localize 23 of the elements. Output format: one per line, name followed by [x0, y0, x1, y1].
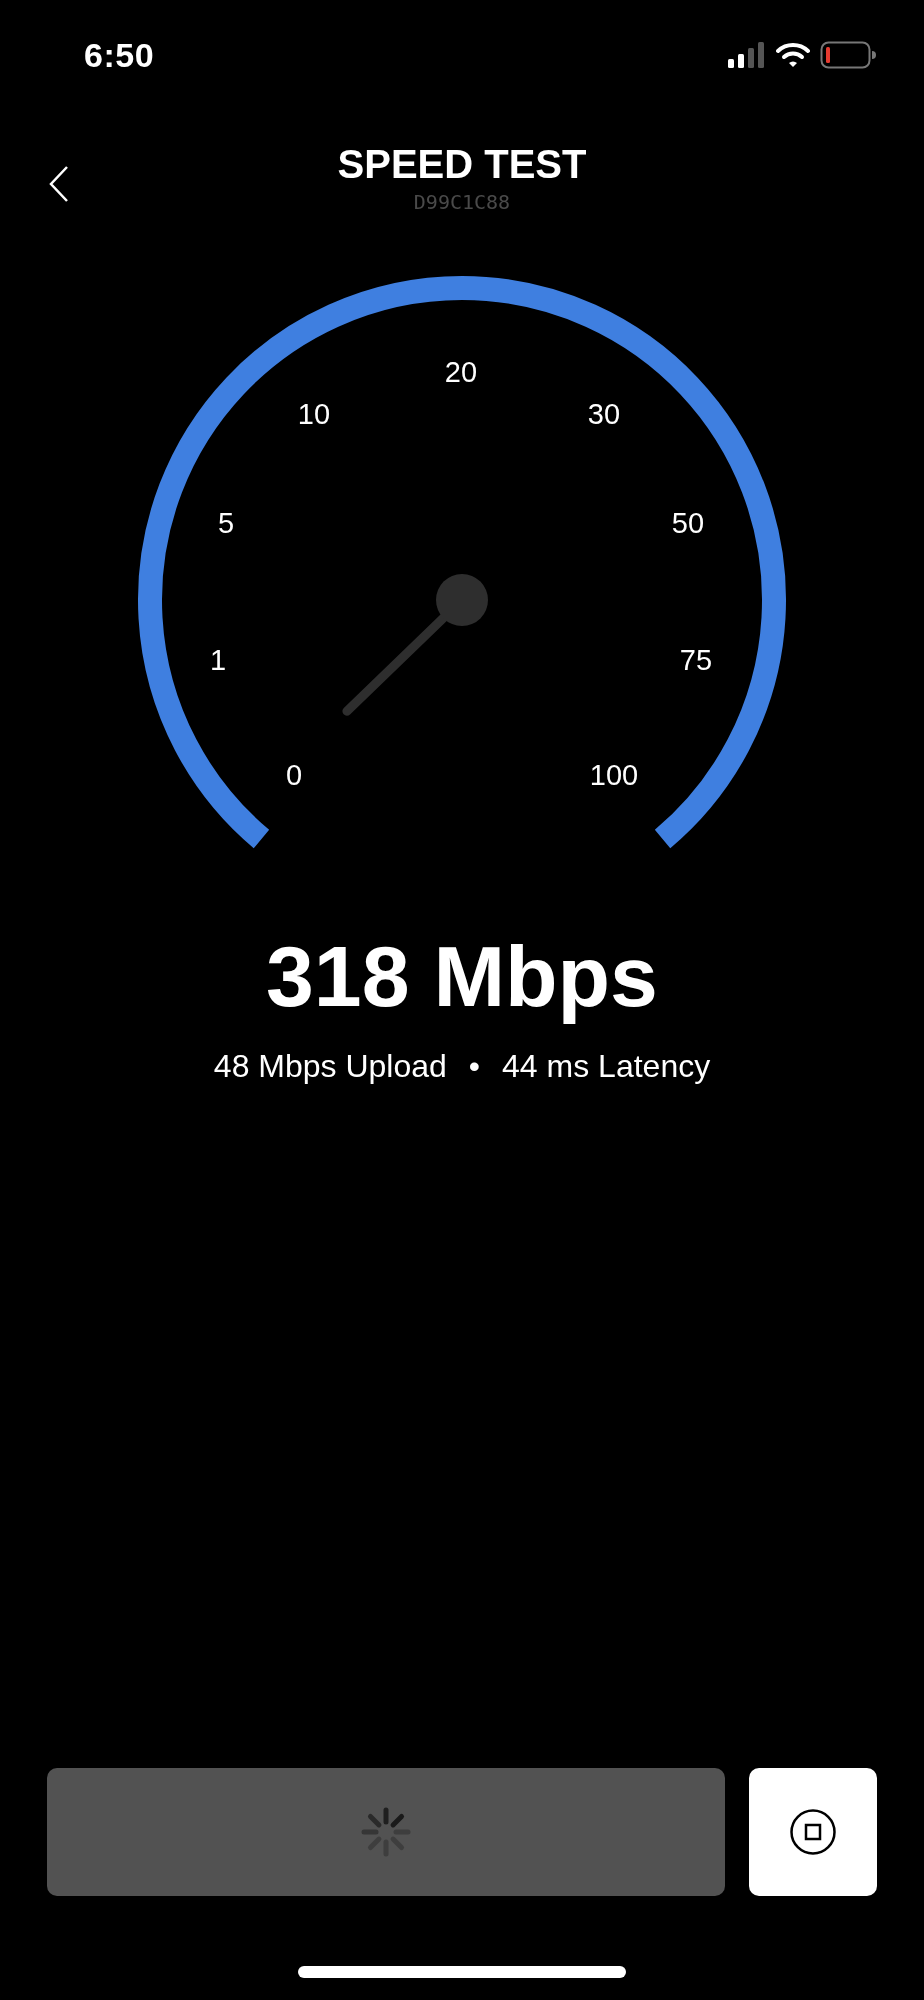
gauge-label: 50: [671, 507, 705, 539]
separator-dot: •: [468, 1048, 481, 1085]
gauge-label: 30: [587, 398, 621, 430]
spinner-icon: [361, 1807, 411, 1857]
status-time: 6:50: [84, 35, 155, 75]
battery-icon: [820, 41, 876, 69]
gauge-label: 75: [679, 644, 713, 676]
latency-value: 44 ms Latency: [502, 1048, 711, 1085]
download-speed: 318 Mbps: [266, 927, 658, 1026]
gauge-label: 0: [285, 759, 303, 791]
wifi-icon: [776, 42, 810, 68]
stop-icon: [789, 1808, 837, 1856]
gauge-label: 5: [217, 507, 235, 539]
stop-button[interactable]: [749, 1768, 877, 1896]
gauge-label: 10: [297, 398, 331, 430]
back-icon[interactable]: [48, 165, 70, 203]
screen-title: SPEED TEST: [337, 141, 587, 188]
gauge-label: 20: [444, 356, 478, 388]
device-id: D99C1C88: [413, 190, 511, 214]
upload-speed: 48 Mbps Upload: [213, 1048, 447, 1085]
signal-icon: [728, 42, 766, 68]
gauge-label: 1: [209, 644, 227, 676]
gauge-label: 100: [589, 759, 639, 791]
